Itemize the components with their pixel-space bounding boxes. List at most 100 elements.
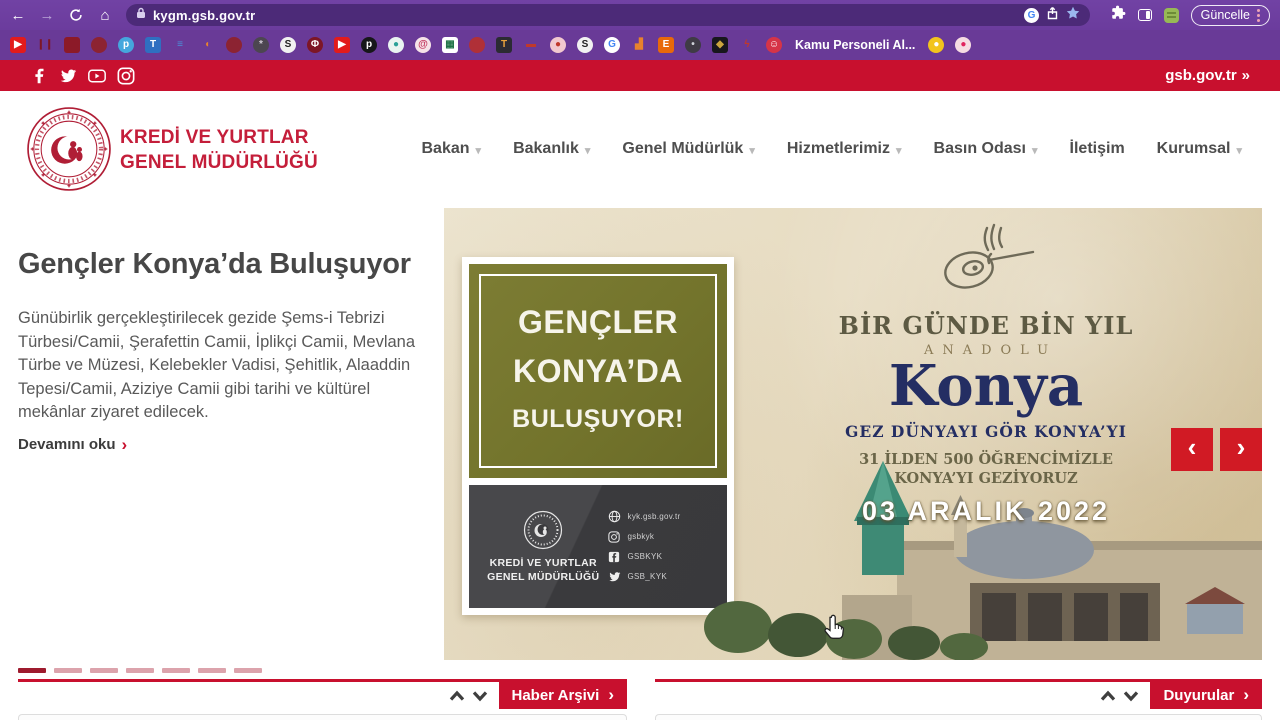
kamu-personeli-bookmark-icon[interactable]: ☺ [766, 37, 782, 53]
back-button[interactable]: ← [7, 4, 29, 26]
e-orange-bookmark-icon[interactable]: E [658, 37, 674, 53]
carousel-next-button[interactable]: › [1220, 428, 1262, 471]
shield-dark-bookmark-icon[interactable]: T [496, 37, 512, 53]
carousel-dot-4[interactable] [126, 668, 154, 673]
youtube-icon[interactable] [88, 67, 106, 85]
carousel-dot-7[interactable] [234, 668, 262, 673]
home-button[interactable]: ⌂ [94, 4, 116, 26]
bell-yellow-bookmark-icon[interactable]: ● [928, 37, 945, 53]
nav-hizmetlerimiz[interactable]: Hizmetlerimiz ▾ [787, 140, 902, 158]
browser-window: ← → ⌂ kygm.gsb.gov.tr G Güncelle ▶ ❙❙ p … [0, 0, 1280, 720]
at-pink-bookmark-icon[interactable]: @ [415, 37, 431, 53]
poster-headline: BİR GÜNDE BİN YIL ANADOLU Konya GEZ DÜNY… [836, 218, 1136, 527]
org-name[interactable]: KREDİ VE YURTLAR GENEL MÜDÜRLÜĞÜ [120, 125, 318, 175]
s-white-2-bookmark-icon[interactable]: S [577, 37, 593, 53]
t-blue-bookmark-icon[interactable]: T [145, 37, 161, 53]
translate-icon[interactable]: G [1024, 7, 1039, 23]
facebook-icon[interactable] [30, 67, 48, 85]
org-logo[interactable] [27, 107, 111, 191]
red-square-bookmark-icon[interactable] [64, 37, 80, 53]
chevron-down-icon: ▾ [475, 144, 482, 157]
carousel-pagination [18, 668, 262, 673]
maroon-circle-2-bookmark-icon[interactable] [226, 37, 242, 53]
reload-icon[interactable] [65, 4, 87, 26]
carousel-dot-6[interactable] [198, 668, 226, 673]
menu-icon[interactable] [1257, 8, 1260, 22]
drop-teal-bookmark-icon[interactable]: ● [388, 37, 404, 53]
news-list-panel [18, 714, 627, 720]
twitter-icon[interactable] [59, 67, 77, 85]
url-text[interactable]: kygm.gsb.gov.tr [153, 8, 255, 23]
nav-label: Genel Müdürlük [622, 140, 744, 157]
news-carousel[interactable]: GENÇLER KONYA’DA BULUŞUYOR! KREDİ VE YUR… [444, 208, 1262, 660]
scroll-up-icon[interactable] [449, 690, 465, 702]
update-button[interactable]: Güncelle [1190, 4, 1270, 26]
extension-icon[interactable] [1163, 7, 1179, 23]
nav-basin-odasi[interactable]: Basın Odası ▾ [934, 140, 1038, 158]
news-archive-label: Haber Arşivi [511, 687, 600, 704]
phi-maroon-bookmark-icon[interactable]: Φ [307, 37, 323, 53]
nav-kurumsal[interactable]: Kurumsal ▾ [1157, 140, 1242, 158]
read-more-label: Devamını oku [18, 436, 116, 453]
chart-orange-bookmark-icon[interactable]: ▟ [631, 37, 647, 53]
nav-label: Bakanlık [513, 140, 579, 157]
carousel-dot-2[interactable] [54, 668, 82, 673]
scroll-down-icon[interactable] [472, 690, 488, 702]
site-header: KREDİ VE YURTLAR GENEL MÜDÜRLÜĞÜ Bakan ▾ B… [0, 91, 1280, 207]
youtube-2-bookmark-icon[interactable]: ▶ [334, 37, 350, 53]
carousel-prev-button[interactable]: ‹ [1171, 428, 1213, 471]
bookmark-star-icon[interactable] [1066, 6, 1080, 25]
extensions-icon[interactable] [1111, 5, 1126, 25]
crescent-orange-bookmark-icon[interactable]: ◖ [199, 37, 215, 53]
nav-label: Basın Odası [933, 140, 1026, 157]
side-panel-icon[interactable] [1137, 9, 1152, 21]
nav-label: Bakan [421, 140, 470, 157]
pink-red-bookmark-icon[interactable]: ● [955, 37, 972, 53]
address-bar[interactable]: kygm.gsb.gov.tr G [126, 4, 1090, 26]
nav-iletisim[interactable]: İletişim [1070, 140, 1125, 158]
s-white-bookmark-icon[interactable]: S [280, 37, 296, 53]
nav-genel-mudurluk[interactable]: Genel Müdürlük ▾ [622, 140, 754, 158]
lines-blue-bookmark-icon[interactable]: ≡ [172, 37, 188, 53]
sheet-green-bookmark-icon[interactable]: ▦ [442, 37, 458, 53]
p-blue-bookmark-icon[interactable]: p [118, 37, 134, 53]
share-icon[interactable] [1046, 6, 1059, 25]
nav-label: Hizmetlerimiz [786, 140, 890, 157]
google-bookmark-icon[interactable]: G [604, 37, 620, 53]
scroll-down-icon[interactable] [1123, 690, 1139, 702]
announcements-button[interactable]: Duyurular › [1150, 682, 1262, 709]
youtube-bookmark-icon[interactable]: ▶ [10, 37, 26, 53]
poster-footer: KREDİ VE YURTLAR GENEL MÜDÜRLÜĞÜ kyk.gsb… [469, 485, 727, 608]
maroon-circle-bookmark-icon[interactable] [91, 37, 107, 53]
bookmark-label[interactable]: Kamu Personeli Al... [795, 38, 915, 52]
p-black-bookmark-icon[interactable]: p [361, 37, 377, 53]
news-archive-button[interactable]: Haber Arşivi › [498, 682, 627, 709]
scroll-up-icon[interactable] [1100, 690, 1116, 702]
chevron-left-icon: ‹ [1187, 432, 1197, 462]
announcements-list-panel [655, 714, 1262, 720]
nav-bakan[interactable]: Bakan ▾ [422, 140, 482, 158]
gsb-portal-link[interactable]: gsb.gov.tr » [1165, 67, 1250, 84]
dark-emblem-bookmark-icon[interactable]: * [253, 37, 269, 53]
dot-pink-bookmark-icon[interactable]: ● [550, 37, 566, 53]
chevron-down-icon: ▾ [1236, 144, 1242, 157]
dark-dot-bookmark-icon[interactable]: • [685, 37, 701, 53]
black-badge-bookmark-icon[interactable]: ◆ [712, 37, 728, 53]
red-dash-bookmark-icon[interactable]: ▬ [523, 37, 539, 53]
carousel-dot-1[interactable] [18, 668, 46, 673]
org-name-line2: GENEL MÜDÜRLÜĞÜ [120, 152, 318, 173]
poster-info-line2: KONYA’YI GEZİYORUZ [894, 470, 1078, 487]
event-poster: GENÇLER KONYA’DA BULUŞUYOR! KREDİ VE YUR… [462, 257, 734, 615]
forward-button[interactable]: → [36, 4, 58, 26]
carousel-dot-5[interactable] [162, 668, 190, 673]
twitter-icon [608, 570, 621, 583]
double-chevron-icon: » [1241, 67, 1250, 84]
red-bolt-bookmark-icon[interactable]: ϟ [739, 37, 755, 53]
nav-bakanlik[interactable]: Bakanlık ▾ [513, 140, 590, 158]
instagram-icon[interactable] [117, 67, 135, 85]
red-blob-bookmark-icon[interactable] [469, 37, 485, 53]
read-more-link[interactable]: Devamını oku › [18, 435, 127, 455]
announcements-section: Duyurular › [655, 679, 1262, 709]
pause-maroon-bookmark-icon[interactable]: ❙❙ [37, 37, 53, 53]
carousel-dot-3[interactable] [90, 668, 118, 673]
